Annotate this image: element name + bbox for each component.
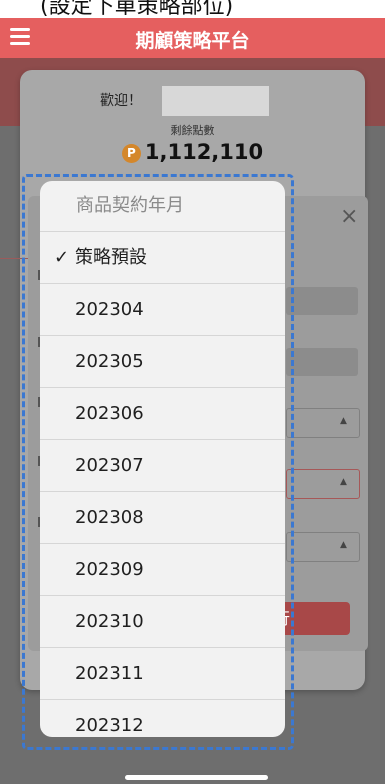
picker-option-label: 策略預設: [75, 247, 147, 268]
points-value: 1,112,110: [144, 140, 264, 164]
select-arrow-icon: ▲: [340, 540, 347, 550]
picker-title: 商品契約年月: [76, 195, 184, 216]
page-title: 期顧策略平台: [135, 30, 250, 52]
status-bar: (設定下單策略部位): [0, 0, 385, 18]
home-indicator[interactable]: [125, 775, 268, 780]
modal-select-3[interactable]: [286, 532, 360, 562]
picker-option-202306[interactable]: 202306: [40, 387, 285, 439]
modal-field-2[interactable]: [286, 348, 358, 376]
select-arrow-icon: ▲: [340, 416, 347, 426]
picker-option-202308[interactable]: 202308: [40, 491, 285, 543]
picker-option-202311[interactable]: 202311: [40, 647, 285, 699]
points-coin-icon: P: [121, 144, 141, 163]
status-bar-text: (設定下單策略部位): [40, 0, 234, 18]
select-arrow-icon: ▲: [340, 477, 347, 487]
redacted-username: [162, 86, 269, 116]
points-balance: P 1,112,110: [0, 140, 385, 164]
picker-option-default[interactable]: ✓ 策略預設: [40, 231, 285, 283]
modal-select-1[interactable]: [286, 408, 360, 438]
points-label: 剩餘點數: [170, 124, 215, 137]
contract-month-picker: 商品契約年月 ✓ 策略預設 202304 202305 202306 20230…: [40, 181, 285, 737]
close-icon[interactable]: ×: [340, 204, 358, 229]
picker-option-202312[interactable]: 202312: [40, 699, 285, 737]
picker-option-202304[interactable]: 202304: [40, 283, 285, 335]
picker-option-202307[interactable]: 202307: [40, 439, 285, 491]
modal-select-2[interactable]: [286, 469, 360, 499]
picker-option-202310[interactable]: 202310: [40, 595, 285, 647]
checkmark-icon: ✓: [54, 247, 70, 268]
app-header: 期顧策略平台: [0, 18, 385, 58]
picker-option-202305[interactable]: 202305: [40, 335, 285, 387]
dimmed-divider: [0, 258, 28, 259]
welcome-text: 歡迎！: [100, 93, 142, 109]
modal-field-1[interactable]: [286, 287, 358, 315]
picker-option-202309[interactable]: 202309: [40, 543, 285, 595]
